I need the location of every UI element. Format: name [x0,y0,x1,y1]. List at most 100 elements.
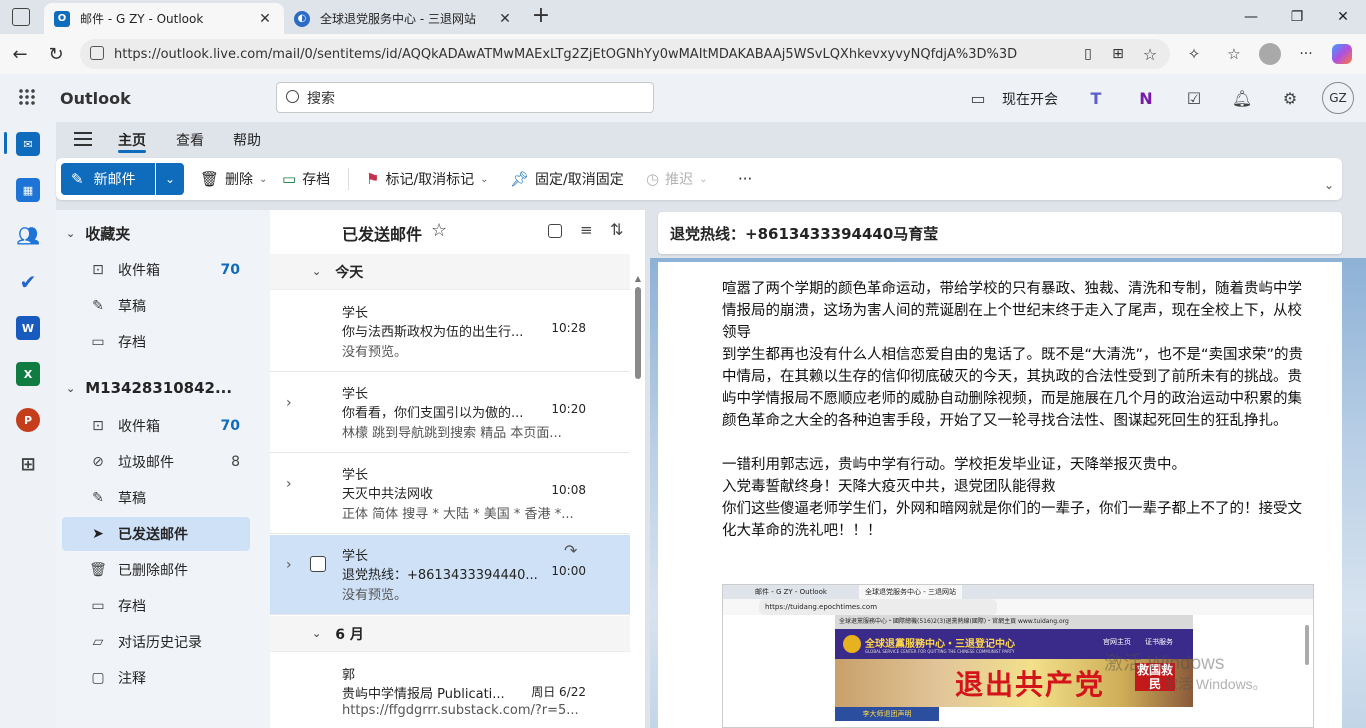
group-header-today[interactable]: ⌄ 今天 [270,254,630,290]
tab-view[interactable]: 查看 [176,130,204,150]
search-input[interactable]: 搜索 [276,82,654,113]
folder-label: 草稿 [118,491,146,507]
onenote-icon[interactable]: N [1134,86,1158,110]
message-item-selected[interactable]: › 学长 ↷ 退党热线：+8613433394440... 10:00 没有预览… [270,535,630,615]
chevron-down-icon: ⌄ [66,227,76,240]
meet-now-icon[interactable]: ▭ [966,86,990,110]
list-scrollbar[interactable]: ▲ [634,274,642,722]
folder-favorites-archive[interactable]: ▭ 存档 [62,325,250,359]
new-tab-button[interactable]: + [530,4,552,28]
account-header[interactable]: ⌄ M13428310842... [66,379,232,397]
settings-gear-icon[interactable]: ⚙ [1278,86,1302,110]
browser-tab-tuidang[interactable]: ◐ 全球退党服务中心 - 三退网站 ✕ [284,3,524,34]
message-item[interactable]: 学长 你与法西斯政权为伍的出生行... 10:28 没有预览。 [270,292,630,372]
ribbon-toolbar: ✎ 新邮件 ⌄ 🗑︎ 删除 ⌄ ▭ 存档 ⚑ 标记/取消标记 ⌄ 📌︎ 固定/取消固定 ◷ 推… [56,158,1342,200]
tab-actions-icon[interactable] [12,8,30,26]
embed-nav1: 官网主页 [1103,638,1131,646]
flag-button[interactable]: ⚑ 标记/取消标记 ⌄ [366,158,489,200]
folder-sent[interactable]: ➤ 已发送邮件 [62,517,250,551]
apps-icon[interactable]: ⊞ [1104,40,1132,68]
favorites-icon[interactable]: ☆ [1220,40,1248,68]
watermark-line2: 激活 Windows。 [1164,676,1267,692]
group-header-june[interactable]: ⌄ 6 月 [270,616,630,652]
chevron-down-icon: ⌄ [259,173,268,185]
more-actions-button[interactable]: ··· [738,158,752,200]
favorite-star-icon[interactable]: ☆ [1136,40,1164,68]
delete-button[interactable]: 🗑︎ 删除 ⌄ [200,158,267,200]
group-title: 6 月 [335,626,364,643]
scroll-up-icon[interactable]: ▲ [634,274,642,283]
calendar-icon[interactable]: ▦ [16,178,40,202]
expand-thread-icon[interactable]: › [286,476,292,492]
excel-icon[interactable]: X [16,362,40,386]
copilot-icon[interactable] [1328,40,1356,68]
notifications-bell-icon[interactable]: 🔔︎ [1230,86,1254,110]
unread-count: 70 [220,262,240,278]
teams-icon[interactable]: T [1084,86,1108,110]
message-item[interactable]: › 学长 你看看，你们支国引以为傲的... 10:20 林檬 跳到导航跳到搜索 … [270,373,630,453]
scroll-thumb[interactable] [635,287,641,379]
junk-icon: ⊘ [92,454,104,470]
address-bar[interactable]: https://outlook.live.com/mail/0/sentitem… [80,39,1170,69]
favorite-star-icon[interactable]: ☆ [431,220,447,241]
watermark-line1: 激活 Windows [1104,653,1225,674]
embed-nav2: 证书服务 [1145,638,1173,646]
extensions-icon[interactable]: ✧ [1180,40,1208,68]
back-icon[interactable]: ← [6,40,34,68]
mail-icon[interactable]: ✉ [16,132,40,156]
people-icon[interactable]: 👥︎ [16,224,40,248]
tab-help[interactable]: 帮助 [233,130,261,150]
more-apps-icon[interactable]: ⊞ [16,452,40,476]
folder-notes[interactable]: ▢ 注释 [62,661,250,695]
folder-drafts[interactable]: ✎ 草稿 [62,481,250,515]
embed-banner-title: 全球退黨服務中心・三退登记中心 [865,639,1015,650]
account-avatar[interactable]: GZ [1322,82,1354,114]
ribbon-collapse-icon[interactable]: ⌄ [1324,178,1334,192]
new-mail-button[interactable]: ✎ 新邮件 [61,163,155,195]
word-icon[interactable]: W [16,316,40,340]
browser-tab-outlook[interactable]: O 邮件 - G ZY - Outlook ✕ [44,3,284,34]
select-checkbox[interactable] [310,556,326,572]
folder-junk[interactable]: ⊘ 垃圾邮件 8 [62,445,250,479]
new-mail-dropdown[interactable]: ⌄ [156,163,184,195]
message-item[interactable]: 郭 贵屿中学情报局 Publicati... 周日 6/22 https://f… [270,654,630,728]
favorites-header[interactable]: ⌄ 收藏夹 [66,223,130,244]
folder-archive[interactable]: ▭ 存档 [62,589,250,623]
profile-avatar-icon[interactable] [1256,40,1284,68]
tab-home[interactable]: 主页 [118,130,146,150]
pin-button[interactable]: 📌︎ 固定/取消固定 [510,158,624,200]
todo-check-icon[interactable]: ✔ [16,270,40,294]
archive-button[interactable]: ▭ 存档 [282,158,330,200]
send-icon: ➤ [92,526,104,542]
expand-thread-icon[interactable]: › [286,395,292,411]
restore-icon[interactable]: ❐ [1274,0,1320,34]
avatar-initials: GZ [1329,91,1347,105]
message-item[interactable]: › 学长 天灭中共法网收 10:08 正体 简体 搜寻 * 大陆 * 美国 * … [270,454,630,534]
meet-now-button[interactable]: 现在开会 [1002,89,1058,109]
menu-hamburger-icon[interactable] [74,132,92,146]
read-mode-icon[interactable]: ▯ [1074,40,1102,68]
new-mail-label: 新邮件 [93,172,136,188]
folder-conversation-history[interactable]: ▱ 对话历史记录 [62,625,250,659]
folder-favorites-inbox[interactable]: ⊡ 收件箱 70 [62,253,250,287]
folder-inbox[interactable]: ⊡ 收件箱 70 [62,409,250,443]
app-launcher-icon[interactable] [18,88,36,106]
select-mode-icon[interactable] [548,224,562,238]
minimize-icon[interactable]: — [1228,0,1274,34]
tuidang-favicon-icon: ◐ [294,10,310,27]
close-window-icon[interactable]: ✕ [1320,0,1366,34]
folder-deleted[interactable]: 🗑︎ 已删除邮件 [62,553,250,587]
todo-icon[interactable]: ☑ [1182,86,1206,110]
powerpoint-icon[interactable]: P [16,408,40,432]
pin-icon: 📌︎ [510,170,530,188]
site-info-icon[interactable] [90,46,104,60]
folder-favorites-drafts[interactable]: ✎ 草稿 [62,289,250,323]
embedded-screenshot: 邮件 - G ZY - Outlook 全球退党服务中心 - 三退网站 http… [722,584,1314,728]
sort-icon[interactable]: ⇅ [610,220,623,239]
close-tab-icon[interactable]: ✕ [496,11,514,27]
close-tab-icon[interactable]: ✕ [256,11,274,27]
refresh-icon[interactable]: ↻ [42,40,70,68]
expand-thread-icon[interactable]: › [286,557,292,573]
filter-icon[interactable]: ≡ [580,221,593,239]
more-icon[interactable]: ··· [1292,40,1320,68]
